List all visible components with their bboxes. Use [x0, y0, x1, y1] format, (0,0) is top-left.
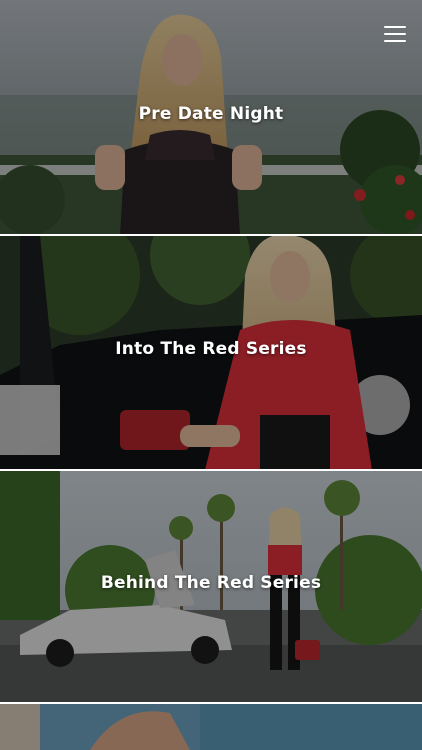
menu-bar: [384, 40, 406, 42]
card-title: Behind The Red Series: [100, 573, 322, 593]
collection-screen: Pre Date Night Into The Red Series Behin…: [0, 0, 422, 750]
menu-bar: [384, 33, 406, 35]
collection-card-into-the-red-series[interactable]: Into The Red Series: [0, 235, 422, 470]
card-title: Into The Red Series: [115, 339, 307, 359]
collection-card-pre-date-night[interactable]: Pre Date Night: [0, 0, 422, 235]
image-overlay: [0, 703, 422, 750]
card-divider: [0, 469, 422, 471]
hamburger-menu-icon[interactable]: [384, 22, 406, 42]
collection-card-behind-the-red-series[interactable]: Behind The Red Series: [0, 470, 422, 703]
collection-card-partial[interactable]: [0, 703, 422, 750]
card-title: Pre Date Night: [138, 104, 284, 124]
menu-bar: [384, 26, 406, 28]
card-divider: [0, 234, 422, 236]
card-divider: [0, 702, 422, 704]
